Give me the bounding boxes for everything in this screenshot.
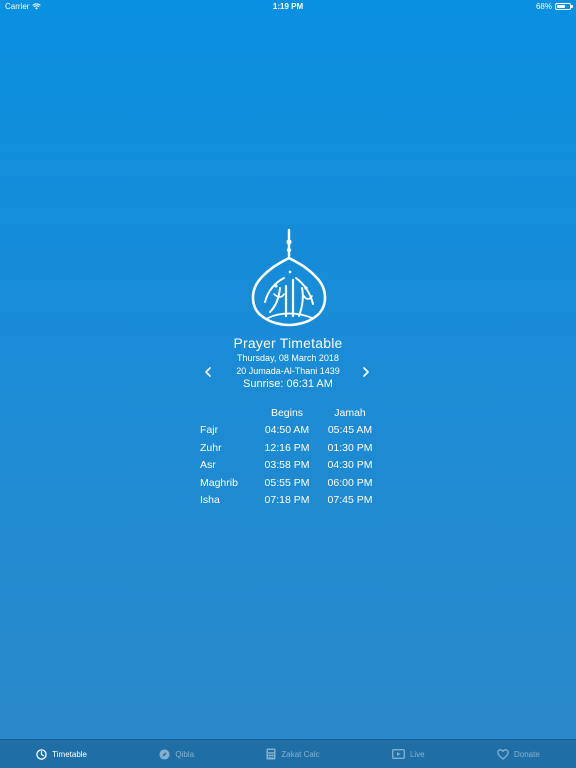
wifi-icon [32,2,42,9]
clock-icon [36,748,47,760]
tab-timetable[interactable]: Timetable [36,748,87,760]
prayer-begins: 05:55 PM [264,476,310,489]
tab-bar: Timetable Qibla Zakat Calc Live Donate [0,739,576,768]
tab-qibla[interactable]: Qibla [159,748,195,760]
prayer-name: Fajr [200,424,219,437]
status-time: 1:19 PM [272,1,304,11]
next-day-button[interactable] [358,364,374,380]
prayer-jamah: 07:45 PM [327,494,373,507]
tab-zakat-calc[interactable]: Zakat Calc [266,748,320,760]
table-row: Zuhr 12:16 PM 01:30 PM [200,439,380,457]
prayer-jamah: 04:30 PM [327,459,373,472]
video-icon [392,749,405,759]
prayer-jamah: 06:00 PM [327,476,373,489]
column-header-jamah: Jamah [334,406,366,419]
page-title: Prayer Timetable [233,335,343,351]
tab-live[interactable]: Live [392,749,425,759]
prayer-timetable-screen: Carrier 1:19 PM 68% Prayer Timetable Thu… [0,0,576,768]
hijri-date: 20 Jumada-Al-Thani 1439 [236,366,340,376]
chevron-left-icon [205,367,211,377]
calculator-icon [266,748,276,760]
prayer-name: Asr [200,459,216,472]
chevron-right-icon [363,367,369,377]
prayer-name: Isha [200,494,220,507]
column-header-begins: Begins [270,406,304,419]
compass-icon [159,748,170,760]
battery-level [557,4,566,8]
gregorian-date: Thursday, 08 March 2018 [237,353,339,363]
prayer-jamah: 05:45 AM [327,424,373,437]
table-row: Maghrib 05:55 PM 06:00 PM [200,474,380,492]
table-row: Isha 07:18 PM 07:45 PM [200,492,380,510]
tab-label: Timetable [52,749,87,759]
status-bar: Carrier 1:19 PM 68% [0,0,576,12]
carrier-label: Carrier [5,1,30,11]
table-header: Begins Jamah [200,404,380,422]
tab-label: Zakat Calc [281,749,320,759]
prayer-name: Maghrib [200,476,238,489]
prayer-timetable: Begins Jamah Fajr 04:50 AM 05:45 AM Zuhr… [200,404,380,509]
table-row: Fajr 04:50 AM 05:45 AM [200,422,380,440]
tab-label: Live [409,749,425,759]
mosque-logo-icon [251,228,327,327]
sunrise-time: Sunrise: 06:31 AM [243,378,333,390]
prayer-name: Zuhr [200,441,222,454]
prayer-begins: 04:50 AM [264,424,310,437]
battery-percent: 68% [535,1,552,11]
prayer-begins: 07:18 PM [264,494,310,507]
prayer-begins: 12:16 PM [264,441,310,454]
tab-label: Qibla [175,749,195,759]
tab-label: Donate [513,749,540,759]
battery-icon [555,2,573,10]
table-row: Asr 03:58 PM 04:30 PM [200,457,380,475]
heart-icon [497,748,509,760]
tab-donate[interactable]: Donate [497,748,540,760]
prayer-jamah: 01:30 PM [327,441,373,454]
prayer-begins: 03:58 PM [264,459,310,472]
previous-day-button[interactable] [200,364,216,380]
